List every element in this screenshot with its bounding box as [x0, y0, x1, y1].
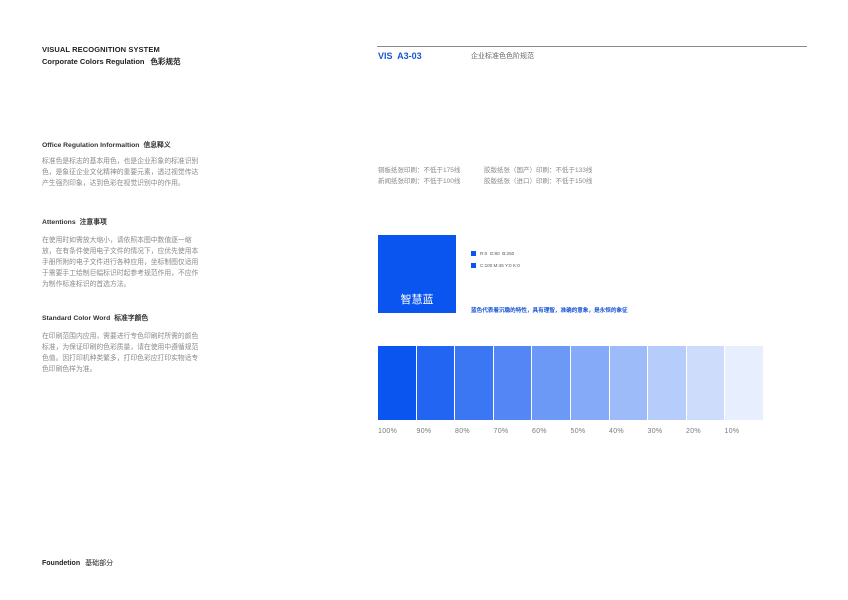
tint-label-100: 100%	[378, 428, 398, 435]
section-title-color-word-en: Standard Color Word	[42, 315, 111, 322]
section-body-info: 标准色是标志的基本用色，也是企业形象的标准识别色，是象征企业文化精神的重要元素，…	[42, 158, 199, 187]
header-divider	[377, 46, 807, 47]
tint-swatch-50	[570, 346, 610, 420]
section-title-color-word-cn: 标准字颜色	[114, 315, 149, 322]
tint-label-70: 70%	[493, 428, 509, 435]
cmyk-value: C:100 M:45 Y:0 K:0	[480, 263, 520, 268]
section-title-attentions-en: Attentions	[42, 219, 76, 226]
print-spec-coated: 铜板纸张印刷：不低于175线	[378, 167, 461, 174]
footer: Foundetion 基础部分	[42, 558, 113, 568]
primary-color-name: 智慧蓝	[400, 294, 434, 306]
vis-code: VIS A3-03	[378, 51, 422, 61]
print-spec-offset-imported: 胶版纸张（进口）印刷：不低于150线	[484, 178, 593, 185]
tint-swatch-80	[455, 346, 494, 420]
page-subtitle: Corporate Colors Regulation 色彩规范	[42, 56, 181, 67]
section-title-attentions-cn: 注意事项	[79, 219, 107, 226]
tint-swatch-20	[686, 346, 726, 420]
tint-swatch-40	[609, 346, 649, 420]
section-title-info-cn: 信息释义	[143, 142, 171, 149]
footer-en: Foundetion	[42, 560, 81, 567]
tint-swatch-90	[416, 346, 456, 420]
section-title-color-word: Standard Color Word 标准字颜色	[42, 312, 148, 322]
footer-cn: 基础部分	[85, 560, 114, 567]
tint-scale	[378, 346, 763, 420]
tint-swatch-10	[725, 346, 763, 420]
system-title: VISUAL RECOGNITION SYSTEM	[42, 45, 160, 54]
tint-label-50: 50%	[570, 428, 586, 435]
section-title-info-en: Office Regulation Informaltion	[42, 142, 140, 149]
tint-label-80: 80%	[455, 428, 470, 435]
tint-swatch-30	[648, 346, 687, 420]
tint-swatch-70	[493, 346, 533, 420]
subtitle-en: Corporate Colors Regulation	[42, 57, 145, 66]
color-description: 蓝色代表着沉稳的特性，具有理智，准确的意象，是永恒的象征	[471, 308, 628, 314]
cmyk-swatch-marker	[471, 263, 476, 268]
section-title-info: Office Regulation Informaltion 信息释义	[42, 139, 171, 149]
tint-swatch-60	[532, 346, 571, 420]
section-body-attentions: 在使用时如需放大缩小，请依照本图中数值逐一缩放，在有条件使用电子文件的情况下，应…	[42, 237, 199, 288]
rgb-value: R:0 G:80 B:250	[480, 251, 515, 256]
tint-label-90: 90%	[416, 428, 432, 435]
print-spec-newsprint: 新闻纸张印刷：不低于100线	[378, 178, 461, 185]
print-spec-offset-domestic: 胶版纸张（国产）印刷：不低于133线	[484, 167, 593, 174]
subtitle-cn: 色彩规范	[150, 57, 181, 66]
tint-label-60: 60%	[532, 428, 547, 435]
tint-label-20: 20%	[686, 428, 701, 435]
tint-label-10: 10%	[724, 428, 740, 435]
section-title-attentions: Attentions 注意事项	[42, 216, 107, 226]
tint-label-40: 40%	[609, 428, 624, 435]
section-body-color-word: 在印刷范围内应用，需要进行专色印刷时所需的颜色标准，为保证印刷的色彩质量，请在使…	[42, 333, 199, 373]
rgb-swatch-marker	[471, 251, 476, 256]
tint-swatch-100	[378, 346, 417, 420]
vis-code-description: 企业标准色色阶规范	[471, 53, 534, 60]
tint-label-30: 30%	[647, 428, 663, 435]
